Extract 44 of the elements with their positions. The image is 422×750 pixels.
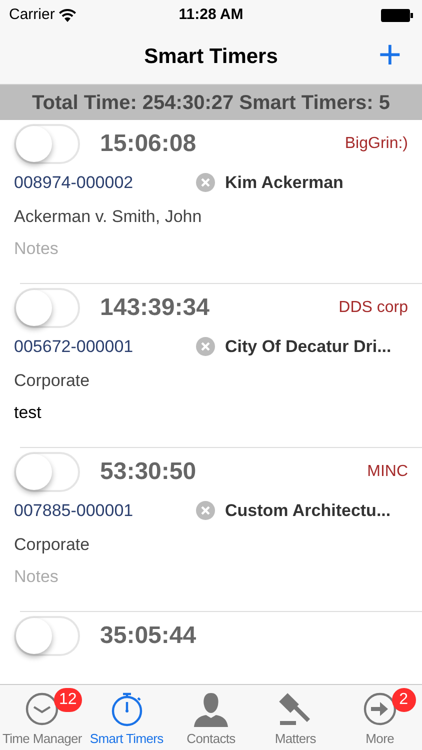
- client-name: MINC: [367, 462, 408, 482]
- client-name: DDS corp: [338, 298, 408, 318]
- toggle-switch[interactable]: [14, 452, 80, 492]
- screen-title: Smart Timers: [144, 44, 278, 70]
- tab-bar-item[interactable]: Matters: [253, 685, 338, 750]
- toggle-switch[interactable]: [14, 124, 80, 164]
- person-icon: [192, 690, 230, 726]
- matter-name: Corporate: [14, 534, 90, 554]
- timer-duration: 15:06:08: [100, 129, 196, 159]
- notification-badge: 12: [54, 688, 82, 712]
- timer-duration: 143:39:34: [100, 293, 210, 323]
- contact-name: Kim Ackerman: [225, 172, 344, 194]
- clear-icon[interactable]: [196, 173, 215, 192]
- timer-duration: 35:05:44: [100, 621, 196, 651]
- matter-number[interactable]: 008974-000002: [14, 170, 196, 196]
- matter-name: Ackerman v. Smith, John: [14, 206, 202, 226]
- clock-time: 11:28 AM: [178, 4, 244, 25]
- summary-bar: Total Time: 254:30:27 Smart Timers: 5: [0, 84, 422, 120]
- stopwatch-icon: [110, 690, 144, 726]
- clear-icon[interactable]: [196, 501, 215, 520]
- notes-field[interactable]: test: [14, 400, 314, 425]
- tab-bar-item[interactable]: Contacts: [168, 685, 254, 750]
- matter-name: Corporate: [14, 370, 90, 390]
- notification-badge: 2: [392, 688, 416, 712]
- arrow-right-icon: [362, 692, 397, 726]
- battery-icon: [380, 8, 413, 22]
- toggle-switch[interactable]: [14, 288, 80, 328]
- contact-name: Custom Architectu...: [225, 500, 391, 522]
- carrier-label: Carrier: [9, 4, 55, 25]
- tab-bar-item[interactable]: More 2: [338, 685, 422, 750]
- timer-duration: 53:30:50: [100, 457, 196, 487]
- contact-name: City Of Decatur Dri...: [225, 336, 392, 358]
- client-name: BigGrin:): [344, 134, 408, 154]
- matter-number[interactable]: 007885-000001: [14, 498, 196, 524]
- wifi-icon: [58, 8, 76, 22]
- clock-icon: [25, 692, 60, 726]
- tab-bar-item[interactable]: Time Manager 12: [0, 685, 84, 750]
- notes-field[interactable]: Notes: [14, 564, 314, 589]
- clear-icon[interactable]: [196, 337, 215, 356]
- matter-number[interactable]: 005672-000001: [14, 334, 196, 360]
- tab-bar-item[interactable]: Smart Timers: [84, 685, 169, 750]
- add-button[interactable]: +: [370, 35, 410, 79]
- toggle-switch[interactable]: [14, 616, 80, 656]
- notes-field[interactable]: Notes: [14, 236, 314, 261]
